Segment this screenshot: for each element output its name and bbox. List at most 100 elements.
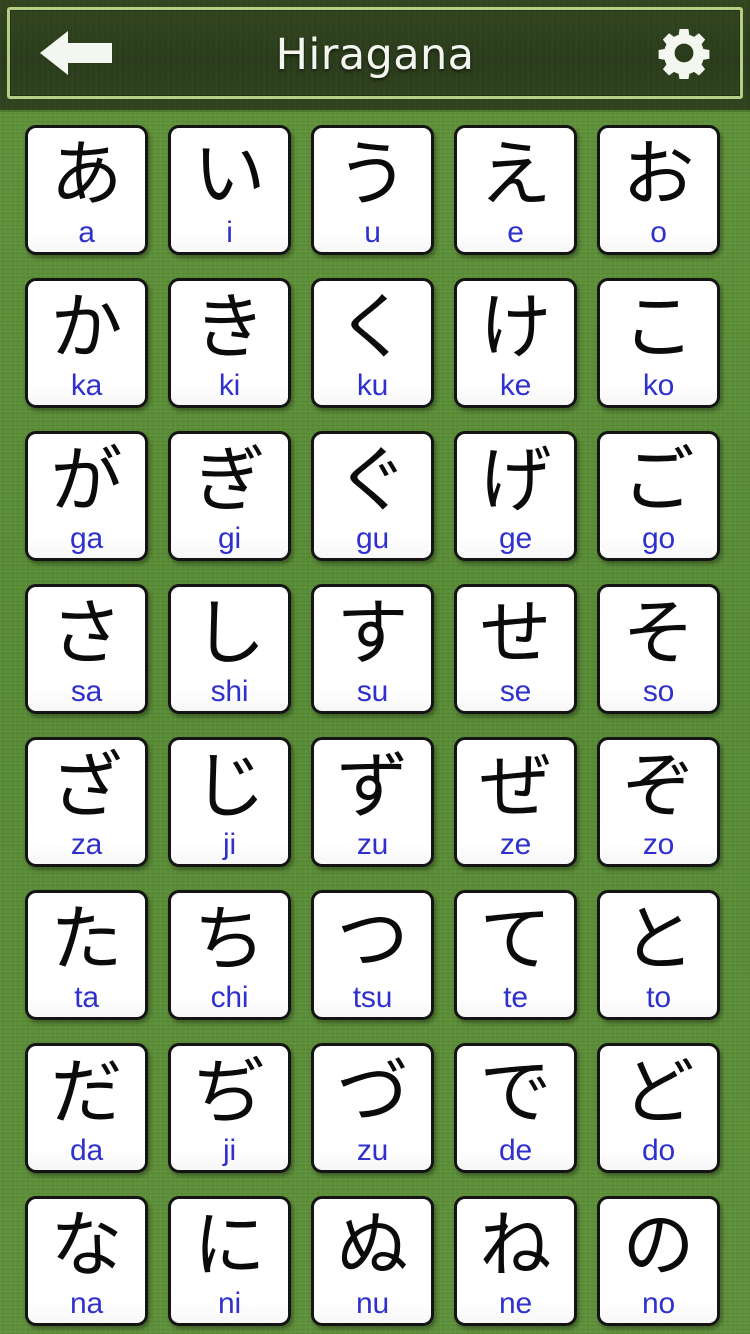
kana-card[interactable]: と to [597, 890, 720, 1020]
kana-card[interactable]: で de [454, 1043, 577, 1173]
kana-card[interactable]: せ se [454, 584, 577, 714]
kana-card[interactable]: だ da [25, 1043, 148, 1173]
kana-romaji-label: o [650, 216, 667, 249]
kana-card[interactable]: て te [454, 890, 577, 1020]
kana-romaji-label: go [642, 522, 675, 555]
kana-romaji-label: ji [223, 828, 236, 861]
kana-romaji-label: su [356, 675, 389, 708]
kana-romaji-label: zu [356, 828, 389, 861]
kana-character: づ [336, 1050, 409, 1134]
kana-romaji-label: i [226, 216, 233, 249]
kana-card[interactable]: し shi [168, 584, 291, 714]
kana-card[interactable]: さ sa [25, 584, 148, 714]
kana-character: つ [336, 897, 409, 981]
kana-card[interactable]: ず zu [311, 737, 434, 867]
kana-card[interactable]: ね ne [454, 1196, 577, 1326]
kana-card[interactable]: うu [311, 125, 434, 255]
kana-card[interactable]: き ki [168, 278, 291, 408]
kana-romaji-label: te [503, 981, 528, 1014]
kana-card[interactable]: ち chi [168, 890, 291, 1020]
kana-card[interactable]: げ ge [454, 431, 577, 561]
kana-romaji-label: ne [499, 1287, 532, 1320]
kana-character: ざ [50, 744, 123, 828]
kana-card[interactable]: そ so [597, 584, 720, 714]
kana-character: で [479, 1050, 552, 1134]
kana-card[interactable]: ど do [597, 1043, 720, 1173]
kana-romaji-label: na [70, 1287, 103, 1320]
kana-card[interactable]: が ga [25, 431, 148, 561]
kana-romaji-label: ta [74, 981, 99, 1014]
kana-romaji-label: ze [499, 828, 532, 861]
kana-romaji-label: ni [218, 1287, 241, 1320]
kana-character: し [193, 591, 266, 675]
kana-character: が [50, 438, 123, 522]
kana-card[interactable]: ぢ ji [168, 1043, 291, 1173]
kana-card[interactable]: け ke [454, 278, 577, 408]
kana-romaji-label: ji [223, 1134, 236, 1167]
kana-card[interactable]: つ tsu [311, 890, 434, 1020]
kana-romaji-label: za [70, 828, 103, 861]
kana-character: さ [50, 591, 123, 675]
kana-card[interactable]: な na [25, 1196, 148, 1326]
kana-card[interactable]: か ka [25, 278, 148, 408]
kana-card[interactable]: えe [454, 125, 577, 255]
kana-romaji-label: sa [70, 675, 103, 708]
kana-romaji-label: zu [356, 1134, 389, 1167]
kana-character: の [622, 1203, 695, 1287]
title-bar: Hiragana [0, 0, 750, 112]
kana-character: ぜ [479, 744, 552, 828]
kana-card[interactable]: の no [597, 1196, 720, 1326]
kana-card[interactable]: じ ji [168, 737, 291, 867]
kana-romaji-label: zo [642, 828, 675, 861]
gear-icon [658, 27, 710, 83]
kana-card[interactable]: ぬ nu [311, 1196, 434, 1326]
kana-romaji-label: da [70, 1134, 103, 1167]
back-button[interactable] [24, 17, 130, 93]
kana-card[interactable]: ご go [597, 431, 720, 561]
kana-character: か [50, 285, 123, 369]
kana-character: ぎ [193, 438, 266, 522]
kana-card[interactable]: く ku [311, 278, 434, 408]
kana-romaji-label: no [642, 1287, 675, 1320]
kana-romaji-label: e [507, 216, 524, 249]
kana-character: そ [622, 591, 695, 675]
kana-character: ど [622, 1050, 695, 1134]
kana-card[interactable]: た ta [25, 890, 148, 1020]
kana-romaji-label: nu [356, 1287, 389, 1320]
kana-romaji-label: a [78, 216, 95, 249]
kana-character: え [479, 132, 552, 216]
kana-card[interactable]: おo [597, 125, 720, 255]
kana-character: い [193, 132, 266, 216]
kana-card[interactable]: こ ko [597, 278, 720, 408]
kana-romaji-label: tsu [352, 981, 393, 1014]
kana-character: て [479, 897, 552, 981]
kana-grid: あ a い i う u え e お o か ka き ki く ku け ke こ ko が ga ぎ gi ぐ gu げ ge ご go… [0, 118, 750, 1334]
kana-character: く [336, 285, 409, 369]
kana-card[interactable]: づ zu [311, 1043, 434, 1173]
kana-character: ご [622, 438, 695, 522]
kana-romaji-label: u [364, 216, 381, 249]
kana-card[interactable]: ぎ gi [168, 431, 291, 561]
kana-romaji-label: do [642, 1134, 675, 1167]
kana-card[interactable]: ぜ ze [454, 737, 577, 867]
settings-button[interactable] [644, 17, 724, 93]
page-title: Hiragana [275, 30, 475, 80]
kana-character: き [193, 285, 266, 369]
kana-character: あ [50, 132, 123, 216]
kana-card[interactable]: ぐ gu [311, 431, 434, 561]
kana-character: た [50, 897, 123, 981]
kana-romaji-label: ke [499, 369, 532, 402]
kana-card[interactable]: に ni [168, 1196, 291, 1326]
kana-card[interactable]: いi [168, 125, 291, 255]
kana-character: げ [479, 438, 552, 522]
kana-romaji-label: to [646, 981, 671, 1014]
kana-card[interactable]: ぞ zo [597, 737, 720, 867]
kana-character: と [622, 897, 695, 981]
kana-romaji-label: ki [218, 369, 241, 402]
kana-card[interactable]: ざ za [25, 737, 148, 867]
kana-character: ず [336, 744, 409, 828]
kana-romaji-label: so [642, 675, 675, 708]
kana-romaji-label: de [499, 1134, 532, 1167]
kana-card[interactable]: す su [311, 584, 434, 714]
kana-card[interactable]: あa [25, 125, 148, 255]
